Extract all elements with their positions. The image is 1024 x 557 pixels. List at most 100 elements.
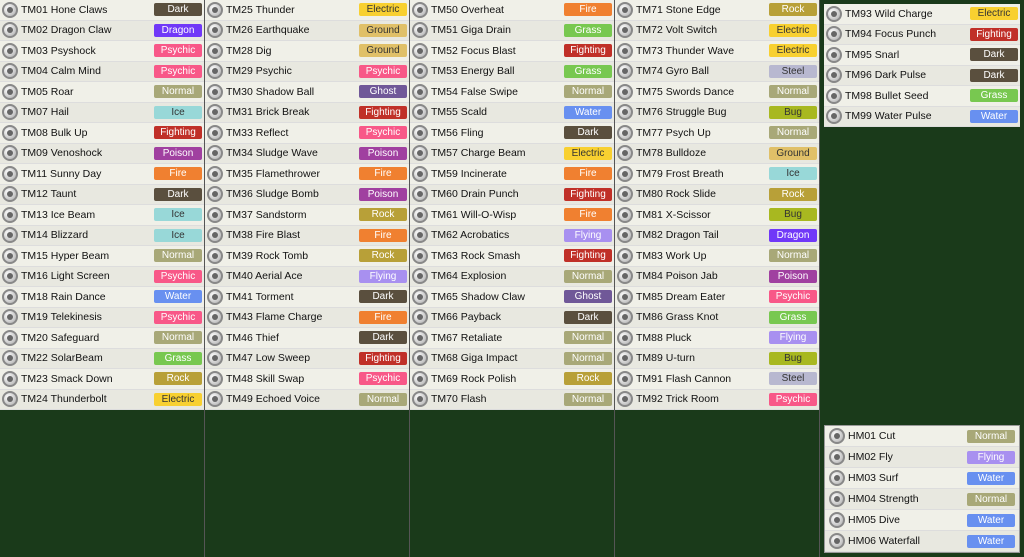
tm-row[interactable]: TM34 Sludge WavePoison — [205, 144, 409, 165]
tm-row[interactable]: TM03 PsyshockPsychic — [0, 41, 204, 62]
tm-row[interactable]: TM94 Focus PunchFighting — [824, 25, 1020, 46]
tm-row[interactable]: TM01 Hone ClawsDark — [0, 0, 204, 21]
tm-icon — [2, 84, 18, 100]
tm-row[interactable]: TM43 Flame ChargeFire — [205, 308, 409, 329]
tm-row[interactable]: TM59 IncinerateFire — [410, 164, 614, 185]
tm-row[interactable]: TM73 Thunder WaveElectric — [615, 41, 819, 62]
tm-row[interactable]: TM31 Brick BreakFighting — [205, 103, 409, 124]
tm-row[interactable]: TM84 Poison JabPoison — [615, 267, 819, 288]
tm-type-badge: Rock — [154, 372, 202, 385]
tm-row[interactable]: TM79 Frost BreathIce — [615, 164, 819, 185]
hm-row[interactable]: HM04 StrengthNormal — [825, 489, 1019, 510]
tm-row[interactable]: TM71 Stone EdgeRock — [615, 0, 819, 21]
tm-row[interactable]: TM55 ScaldWater — [410, 103, 614, 124]
tm-icon — [2, 207, 18, 223]
tm-row[interactable]: TM72 Volt SwitchElectric — [615, 21, 819, 42]
tm-row[interactable]: TM75 Swords DanceNormal — [615, 82, 819, 103]
tm-row[interactable]: TM04 Calm MindPsychic — [0, 62, 204, 83]
tm-row[interactable]: TM19 TelekinesisPsychic — [0, 308, 204, 329]
tm-row[interactable]: TM99 Water PulseWater — [824, 107, 1020, 128]
tm-row[interactable]: TM88 PluckFlying — [615, 328, 819, 349]
tm-row[interactable]: TM15 Hyper BeamNormal — [0, 246, 204, 267]
tm-row[interactable]: TM14 BlizzardIce — [0, 226, 204, 247]
tm-row[interactable]: TM52 Focus BlastFighting — [410, 41, 614, 62]
hm-row[interactable]: HM03 SurfWater — [825, 468, 1019, 489]
tm-row[interactable]: TM67 RetaliateNormal — [410, 328, 614, 349]
tm-row[interactable]: TM64 ExplosionNormal — [410, 267, 614, 288]
tm-row[interactable]: TM35 FlamethrowerFire — [205, 164, 409, 185]
tm-row[interactable]: TM57 Charge BeamElectric — [410, 144, 614, 165]
hm-row[interactable]: HM01 CutNormal — [825, 426, 1019, 447]
tm-row[interactable]: TM89 U-turnBug — [615, 349, 819, 370]
tm-row[interactable]: TM13 Ice BeamIce — [0, 205, 204, 226]
tm-row[interactable]: TM11 Sunny DayFire — [0, 164, 204, 185]
tm-row[interactable]: TM69 Rock PolishRock — [410, 369, 614, 390]
tm-row[interactable]: TM66 PaybackDark — [410, 308, 614, 329]
tm-row[interactable]: TM46 ThiefDark — [205, 328, 409, 349]
tm-row[interactable]: TM61 Will-O-WispFire — [410, 205, 614, 226]
tm-row[interactable]: TM63 Rock SmashFighting — [410, 246, 614, 267]
tm-row[interactable]: TM33 ReflectPsychic — [205, 123, 409, 144]
tm-row[interactable]: TM16 Light ScreenPsychic — [0, 267, 204, 288]
tm-row[interactable]: TM38 Fire BlastFire — [205, 226, 409, 247]
tm-row[interactable]: TM18 Rain DanceWater — [0, 287, 204, 308]
tm-row[interactable]: TM86 Grass KnotGrass — [615, 308, 819, 329]
tm-row[interactable]: TM77 Psych UpNormal — [615, 123, 819, 144]
tm-row[interactable]: TM98 Bullet SeedGrass — [824, 86, 1020, 107]
tm-row[interactable]: TM95 SnarlDark — [824, 45, 1020, 66]
tm-row[interactable]: TM82 Dragon TailDragon — [615, 226, 819, 247]
tm-row[interactable]: TM85 Dream EaterPsychic — [615, 287, 819, 308]
tm-row[interactable]: TM65 Shadow ClawGhost — [410, 287, 614, 308]
tm-row[interactable]: TM93 Wild ChargeElectric — [824, 4, 1020, 25]
tm-list-container: TM01 Hone ClawsDarkTM02 Dragon ClawDrago… — [0, 0, 1024, 557]
tm-row[interactable]: TM05 RoarNormal — [0, 82, 204, 103]
tm-row[interactable]: TM37 SandstormRock — [205, 205, 409, 226]
tm-row[interactable]: TM07 HailIce — [0, 103, 204, 124]
tm-row[interactable]: TM29 PsychicPsychic — [205, 62, 409, 83]
tm-row[interactable]: TM36 Sludge BombPoison — [205, 185, 409, 206]
tm-row[interactable]: TM09 VenoshockPoison — [0, 144, 204, 165]
tm-row[interactable]: TM60 Drain PunchFighting — [410, 185, 614, 206]
tm-row[interactable]: TM80 Rock SlideRock — [615, 185, 819, 206]
tm-row[interactable]: TM76 Struggle BugBug — [615, 103, 819, 124]
hm-row[interactable]: HM06 WaterfallWater — [825, 531, 1019, 552]
tm-row[interactable]: TM30 Shadow BallGhost — [205, 82, 409, 103]
tm-row[interactable]: TM41 TormentDark — [205, 287, 409, 308]
tm-name: TM57 Charge Beam — [431, 147, 564, 159]
tm-row[interactable]: TM96 Dark PulseDark — [824, 66, 1020, 87]
tm-row[interactable]: TM49 Echoed VoiceNormal — [205, 390, 409, 411]
tm-row[interactable]: TM40 Aerial AceFlying — [205, 267, 409, 288]
tm-row[interactable]: TM47 Low SweepFighting — [205, 349, 409, 370]
tm-row[interactable]: TM12 TauntDark — [0, 185, 204, 206]
tm-row[interactable]: TM53 Energy BallGrass — [410, 62, 614, 83]
tm-row[interactable]: TM39 Rock TombRock — [205, 246, 409, 267]
tm-row[interactable]: TM26 EarthquakeGround — [205, 21, 409, 42]
tm-row[interactable]: TM74 Gyro BallSteel — [615, 62, 819, 83]
tm-row[interactable]: TM08 Bulk UpFighting — [0, 123, 204, 144]
tm-row[interactable]: TM24 ThunderboltElectric — [0, 390, 204, 411]
tm-row[interactable]: TM78 BulldozeGround — [615, 144, 819, 165]
tm-row[interactable]: TM02 Dragon ClawDragon — [0, 21, 204, 42]
tm-row[interactable]: TM62 AcrobaticsFlying — [410, 226, 614, 247]
tm-row[interactable]: TM23 Smack DownRock — [0, 369, 204, 390]
tm-row[interactable]: TM68 Giga ImpactNormal — [410, 349, 614, 370]
tm-row[interactable]: TM81 X-ScissorBug — [615, 205, 819, 226]
tm-row[interactable]: TM50 OverheatFire — [410, 0, 614, 21]
tm-row[interactable]: TM70 FlashNormal — [410, 390, 614, 411]
tm-row[interactable]: TM91 Flash CannonSteel — [615, 369, 819, 390]
tm-icon — [207, 166, 223, 182]
tm-row[interactable]: TM48 Skill SwapPsychic — [205, 369, 409, 390]
tm-icon — [207, 104, 223, 120]
tm-row[interactable]: TM20 SafeguardNormal — [0, 328, 204, 349]
tm-row[interactable]: TM83 Work UpNormal — [615, 246, 819, 267]
tm-row[interactable]: TM28 DigGround — [205, 41, 409, 62]
tm-row[interactable]: TM22 SolarBeamGrass — [0, 349, 204, 370]
tm-row[interactable]: TM51 Giga DrainGrass — [410, 21, 614, 42]
tm-name: TM94 Focus Punch — [845, 28, 970, 40]
tm-row[interactable]: TM54 False SwipeNormal — [410, 82, 614, 103]
tm-row[interactable]: TM92 Trick RoomPsychic — [615, 390, 819, 411]
tm-row[interactable]: TM56 FlingDark — [410, 123, 614, 144]
hm-row[interactable]: HM02 FlyFlying — [825, 447, 1019, 468]
hm-row[interactable]: HM05 DiveWater — [825, 510, 1019, 531]
tm-row[interactable]: TM25 ThunderElectric — [205, 0, 409, 21]
